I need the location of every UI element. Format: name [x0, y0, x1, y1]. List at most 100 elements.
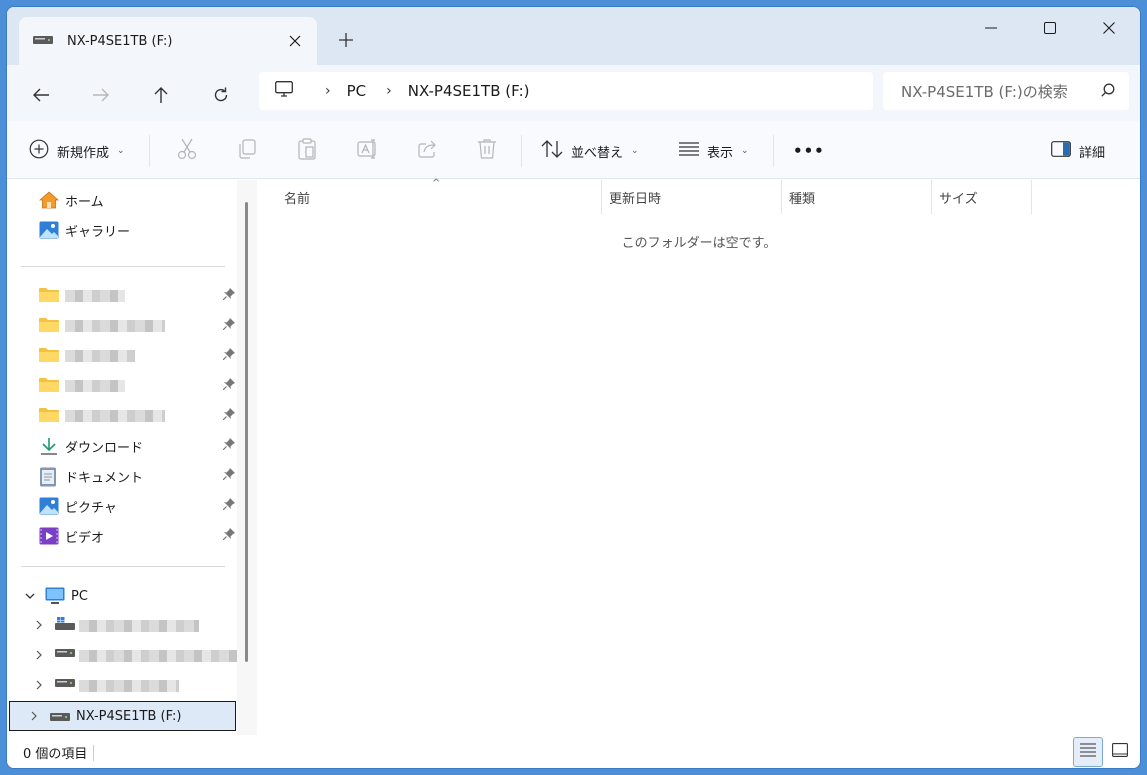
new-tab-button[interactable]: [333, 27, 359, 53]
sidebar-item-label: ホーム: [65, 194, 104, 210]
chevron-down-icon: ⌄: [117, 146, 125, 156]
forward-button[interactable]: [83, 77, 119, 113]
sidebar-item-home[interactable]: ホーム: [21, 186, 237, 214]
sidebar-item-gallery[interactable]: ギャラリー: [21, 216, 237, 244]
divider: [773, 135, 774, 167]
pin-icon[interactable]: [222, 438, 235, 454]
plus-circle-icon: [29, 139, 49, 163]
column-name-label: 名前: [284, 191, 311, 207]
close-window-button[interactable]: [1080, 7, 1138, 49]
sidebar-item-drive[interactable]: [21, 672, 237, 700]
breadcrumb-pc[interactable]: PC: [347, 82, 367, 100]
sidebar-item-label: ギャラリー: [65, 224, 131, 240]
tiles-view-button[interactable]: [1105, 737, 1135, 767]
details-pane-button[interactable]: 詳細: [1051, 135, 1105, 167]
tab-strip: NX-P4SE1TB (F:): [7, 7, 1140, 65]
column-header-type[interactable]: 種類: [789, 180, 929, 214]
file-list[interactable]: 名前 ^ 更新日時 種類 サイズ このフォルダーは空です。: [257, 178, 1140, 735]
sort-ascending-icon: ^: [432, 178, 441, 189]
sort-button[interactable]: 並べ替え ⌄: [541, 135, 639, 167]
pin-icon[interactable]: [222, 318, 235, 334]
item-count: 0 個の項目: [23, 747, 88, 762]
redacted-label: [65, 380, 125, 392]
pin-icon[interactable]: [222, 408, 235, 424]
column-divider[interactable]: [931, 180, 932, 214]
pc-icon: [275, 81, 293, 101]
tab-drive[interactable]: NX-P4SE1TB (F:): [19, 17, 317, 65]
view-button[interactable]: 表示 ⌄: [679, 135, 749, 167]
sidebar-item-documents[interactable]: ドキュメント: [21, 462, 237, 490]
new-button-label: 新規作成: [57, 145, 110, 161]
folder-icon: [39, 407, 59, 427]
sidebar-item-pinned-folder[interactable]: [21, 282, 237, 310]
paste-button[interactable]: [297, 135, 317, 167]
details-pane-label: 詳細: [1079, 145, 1106, 161]
search-placeholder: NX-P4SE1TB (F:)の検索: [901, 82, 1068, 101]
sidebar-scrollbar[interactable]: [237, 180, 257, 735]
command-bar: 新規作成 ⌄ 並べ替え ⌄ 表示 ⌄ ••• 詳細: [7, 121, 1140, 179]
tab-title: NX-P4SE1TB (F:): [67, 33, 173, 49]
rename-button[interactable]: [357, 135, 379, 167]
column-divider[interactable]: [601, 180, 602, 214]
details-view-button[interactable]: [1073, 737, 1103, 767]
refresh-button[interactable]: [203, 77, 239, 113]
column-header-name[interactable]: 名前 ^: [284, 178, 600, 214]
search-icon: [1101, 83, 1115, 101]
download-icon: [39, 437, 59, 459]
pictures-icon: [39, 497, 59, 519]
video-icon: [39, 527, 59, 549]
chevron-right-icon[interactable]: [35, 649, 43, 664]
up-button[interactable]: [143, 77, 179, 113]
sidebar-item-pc[interactable]: PC: [21, 582, 237, 610]
sidebar-item-drive[interactable]: [21, 642, 239, 670]
sidebar-item-pictures[interactable]: ピクチャ: [21, 492, 237, 520]
chevron-right-icon[interactable]: [35, 679, 43, 694]
sidebar-item-pinned-folder[interactable]: [21, 312, 237, 340]
cut-button[interactable]: [177, 135, 197, 167]
chevron-down-icon[interactable]: [25, 589, 35, 604]
empty-folder-message: このフォルダーは空です。: [621, 236, 777, 251]
column-divider[interactable]: [1031, 180, 1032, 214]
pin-icon[interactable]: [222, 348, 235, 364]
pin-icon[interactable]: [222, 288, 235, 304]
share-button[interactable]: [417, 135, 437, 167]
pin-icon[interactable]: [222, 498, 235, 514]
back-button[interactable]: [23, 77, 59, 113]
copy-button[interactable]: [237, 135, 257, 167]
scrollbar-thumb[interactable]: [245, 202, 248, 662]
sidebar-item-drive[interactable]: [21, 612, 237, 640]
redacted-label: [79, 680, 179, 692]
pin-icon[interactable]: [222, 468, 235, 484]
chevron-right-icon[interactable]: [30, 710, 38, 725]
drive-icon: [55, 677, 75, 692]
status-bar: 0 個の項目: [7, 735, 1140, 768]
redacted-label: [65, 320, 165, 332]
tab-close-icon[interactable]: [283, 29, 307, 53]
sidebar-item-videos[interactable]: ビデオ: [21, 522, 237, 550]
drive-icon: [55, 647, 75, 662]
column-divider[interactable]: [781, 180, 782, 214]
sidebar-item-pinned-folder[interactable]: [21, 402, 237, 430]
delete-button[interactable]: [477, 135, 497, 167]
chevron-right-icon[interactable]: [35, 619, 43, 634]
sort-icon: [541, 139, 563, 163]
search-input[interactable]: NX-P4SE1TB (F:)の検索: [883, 72, 1129, 110]
trash-icon: [477, 138, 497, 164]
minimize-button[interactable]: [962, 7, 1020, 49]
sidebar-item-pinned-folder[interactable]: [21, 342, 237, 370]
divider: [93, 745, 94, 761]
more-options-button[interactable]: •••: [793, 135, 825, 167]
maximize-button[interactable]: [1021, 7, 1079, 49]
breadcrumb-drive[interactable]: NX-P4SE1TB (F:): [408, 82, 530, 100]
column-header-size[interactable]: サイズ: [939, 180, 1029, 214]
pin-icon[interactable]: [222, 528, 235, 544]
sidebar-item-pinned-folder[interactable]: [21, 372, 237, 400]
sidebar-item-drive-selected[interactable]: NX-P4SE1TB (F:): [9, 701, 236, 731]
folder-icon: [39, 317, 59, 337]
rename-icon: [357, 139, 379, 163]
new-button[interactable]: 新規作成 ⌄: [29, 135, 125, 167]
pin-icon[interactable]: [222, 378, 235, 394]
sidebar-item-downloads[interactable]: ダウンロード: [21, 432, 237, 460]
address-bar[interactable]: › PC › NX-P4SE1TB (F:): [259, 72, 873, 110]
column-header-modified[interactable]: 更新日時: [609, 180, 779, 214]
